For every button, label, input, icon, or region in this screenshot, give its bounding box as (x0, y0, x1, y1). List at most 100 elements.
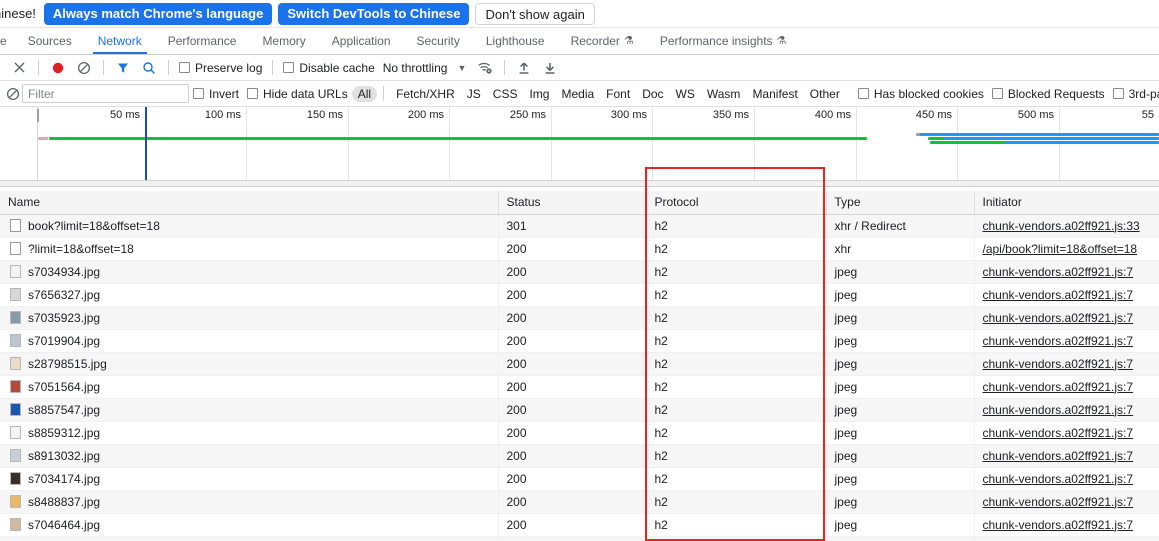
filter-type-fetch-xhr[interactable]: Fetch/XHR (390, 86, 461, 102)
table-row[interactable]: s7035923.jpg 200 h2 jpeg chunk-vendors.a02ff… (0, 306, 1159, 330)
hide-data-urls-label: Hide data URLs (263, 86, 348, 101)
initiator-link[interactable]: /api/book?limit=18&offset=18 (983, 242, 1138, 256)
record-icon[interactable] (45, 57, 71, 79)
tab-label: Lighthouse (485, 34, 545, 48)
initiator-link[interactable]: chunk-vendors.a02ff921.js:33 (983, 219, 1140, 233)
cell-status: 200 (498, 398, 647, 422)
blocked-requests-checkbox[interactable]: Blocked Requests (988, 87, 1109, 101)
devtools-window: hinese! Always match Chrome's language S… (0, 0, 1159, 541)
wifi-gear-icon[interactable] (472, 57, 498, 79)
table-row[interactable]: s8913032.jpg 200 h2 jpeg chunk-vendors.a02ff… (0, 444, 1159, 468)
initiator-link[interactable]: chunk-vendors.a02ff921.js:7 (983, 380, 1134, 394)
tab-performance[interactable]: Performance (155, 28, 250, 54)
cell-initiator: chunk-vendors.a02ff921.js:7 (974, 352, 1159, 376)
table-row[interactable]: s7046464.jpg 200 h2 jpeg chunk-vendors.a02ff… (0, 513, 1159, 537)
table-row[interactable]: s7051564.jpg 200 h2 jpeg chunk-vendors.a02ff… (0, 375, 1159, 399)
initiator-link[interactable]: chunk-vendors.a02ff921.js:7 (983, 334, 1134, 348)
table-row[interactable]: book?limit=18&offset=18 301 h2 xhr / Redire… (0, 214, 1159, 238)
switch-devtools-language-button[interactable]: Switch DevTools to Chinese (278, 2, 470, 25)
image-thumb-icon (10, 380, 21, 393)
initiator-link[interactable]: chunk-vendors.a02ff921.js:7 (983, 449, 1134, 463)
initiator-link[interactable]: chunk-vendors.a02ff921.js:7 (983, 357, 1134, 371)
column-header-initiator[interactable]: Initiator (974, 191, 1159, 215)
filter-type-font[interactable]: Font (600, 86, 636, 102)
tab-network[interactable]: Network (85, 28, 155, 54)
filter-funnel-icon[interactable] (110, 57, 136, 79)
column-header-protocol[interactable]: Protocol (646, 191, 827, 215)
tab-performance-insights[interactable]: Performance insights ⚗ (647, 28, 800, 54)
requests-table-container[interactable]: Name Status Protocol Type Initiator book?lim… (0, 191, 1159, 541)
table-row[interactable]: s8857547.jpg 200 h2 jpeg chunk-vendors.a02ff… (0, 398, 1159, 422)
initiator-link[interactable]: chunk-vendors.a02ff921.js:7 (983, 426, 1134, 440)
table-row[interactable]: s28798515.jpg 200 h2 jpeg chunk-vendors.a02f… (0, 352, 1159, 376)
initiator-link[interactable]: chunk-vendors.a02ff921.js:7 (983, 265, 1134, 279)
dont-show-again-button[interactable]: Don't show again (475, 2, 595, 25)
column-header-name[interactable]: Name (0, 191, 499, 215)
filter-type-media[interactable]: Media (555, 86, 600, 102)
third-party-checkbox[interactable]: 3rd-party (1109, 87, 1159, 101)
initiator-link[interactable]: chunk-vendors.a02ff921.js:7 (983, 518, 1134, 532)
hide-data-urls-checkbox[interactable]: Hide data URLs (243, 87, 352, 101)
initiator-link[interactable]: chunk-vendors.a02ff921.js:7 (983, 311, 1134, 325)
filter-input[interactable] (22, 84, 189, 103)
table-row[interactable]: s7656327.jpg 200 h2 jpeg chunk-vendors.a02ff… (0, 283, 1159, 307)
table-row[interactable]: s7019904.jpg 200 h2 jpeg chunk-vendors.a02ff… (0, 329, 1159, 353)
table-row[interactable]: ?limit=18&offset=18 200 h2 xhr/api/book?lim… (0, 237, 1159, 261)
download-arrow-icon[interactable] (537, 57, 563, 79)
tab-e[interactable]: e (0, 28, 15, 54)
network-timeline-overview[interactable]: 50 ms 100 ms 150 ms 200 ms 250 ms 300 ms 350 m… (0, 107, 1159, 187)
cell-type: jpeg (826, 398, 975, 422)
filter-type-all[interactable]: All (351, 85, 378, 102)
hide-data-urls-box (247, 88, 259, 99)
throttling-select[interactable]: No throttling (379, 61, 452, 75)
search-icon[interactable] (136, 57, 162, 79)
always-match-language-button[interactable]: Always match Chrome's language (43, 2, 273, 25)
blocked-requests-box (991, 88, 1003, 99)
cell-type: jpeg (826, 421, 975, 445)
initiator-link[interactable]: chunk-vendors.a02ff921.js:7 (983, 495, 1134, 509)
table-row[interactable]: s7034934.jpg 200 h2 jpeg chunk-vendors.a02ff… (0, 260, 1159, 284)
table-row[interactable]: s7034174.jpg 200 h2 jpeg chunk-vendors.a02ff… (0, 467, 1159, 491)
filter-type-ws[interactable]: WS (670, 86, 701, 102)
filter-type-wasm[interactable]: Wasm (701, 86, 747, 102)
chevron-down-icon[interactable]: ▼ (451, 63, 472, 73)
close-icon[interactable] (6, 57, 32, 79)
upload-arrow-icon[interactable] (511, 57, 537, 79)
table-row[interactable]: s8488837.jpg 200 h2 jpeg chunk-vendors.a02ff… (0, 490, 1159, 514)
table-row[interactable]: s8857032.jpg200h2jpegchunk-vendors.a02ff… (0, 536, 1159, 541)
filter-divider (383, 86, 385, 101)
tab-recorder[interactable]: Recorder ⚗ (558, 28, 647, 54)
invert-checkbox[interactable]: Invert (189, 87, 243, 101)
initiator-link[interactable]: chunk-vendors.a02ff921.js:7 (983, 403, 1134, 417)
table-row[interactable]: s8859312.jpg 200 h2 jpeg chunk-vendors.a02ff… (0, 421, 1159, 445)
request-name: s7019904.jpg (28, 333, 101, 348)
column-header-type[interactable]: Type (826, 191, 975, 215)
filter-type-doc[interactable]: Doc (636, 86, 669, 102)
initiator-link[interactable]: chunk-vendors.a02ff921.js:7 (983, 472, 1134, 486)
clear-icon[interactable] (71, 57, 97, 79)
filter-type-js[interactable]: JS (461, 86, 487, 102)
disable-cache-checkbox[interactable]: Disable cache (279, 61, 378, 75)
tab-memory[interactable]: Memory (249, 28, 318, 54)
tab-label: Application (331, 34, 391, 48)
cell-status: 200 (498, 421, 647, 445)
has-blocked-cookies-checkbox[interactable]: Has blocked cookies (854, 87, 988, 101)
preserve-log-checkbox[interactable]: Preserve log (175, 61, 266, 75)
filter-type-img[interactable]: Img (523, 86, 555, 102)
filter-type-css[interactable]: CSS (487, 86, 524, 102)
cell-name: s8857547.jpg (0, 398, 499, 422)
cell-type: jpeg (826, 306, 975, 330)
cell-protocol: h2 (646, 214, 827, 238)
initiator-link[interactable]: chunk-vendors.a02ff921.js:7 (983, 288, 1134, 302)
block-circle-icon[interactable] (6, 83, 20, 105)
filter-type-other[interactable]: Other (804, 86, 846, 102)
column-header-status[interactable]: Status (498, 191, 647, 215)
image-thumb-icon (10, 357, 21, 370)
tab-lighthouse[interactable]: Lighthouse (473, 28, 558, 54)
tab-application[interactable]: Application (319, 28, 404, 54)
tab-sources[interactable]: Sources (15, 28, 85, 54)
tab-security[interactable]: Security (404, 28, 473, 54)
network-filter-bar: Invert Hide data URLs All Fetch/XHRJSCSSI… (0, 81, 1159, 107)
tab-label: Sources (27, 34, 72, 48)
filter-type-manifest[interactable]: Manifest (746, 86, 803, 102)
